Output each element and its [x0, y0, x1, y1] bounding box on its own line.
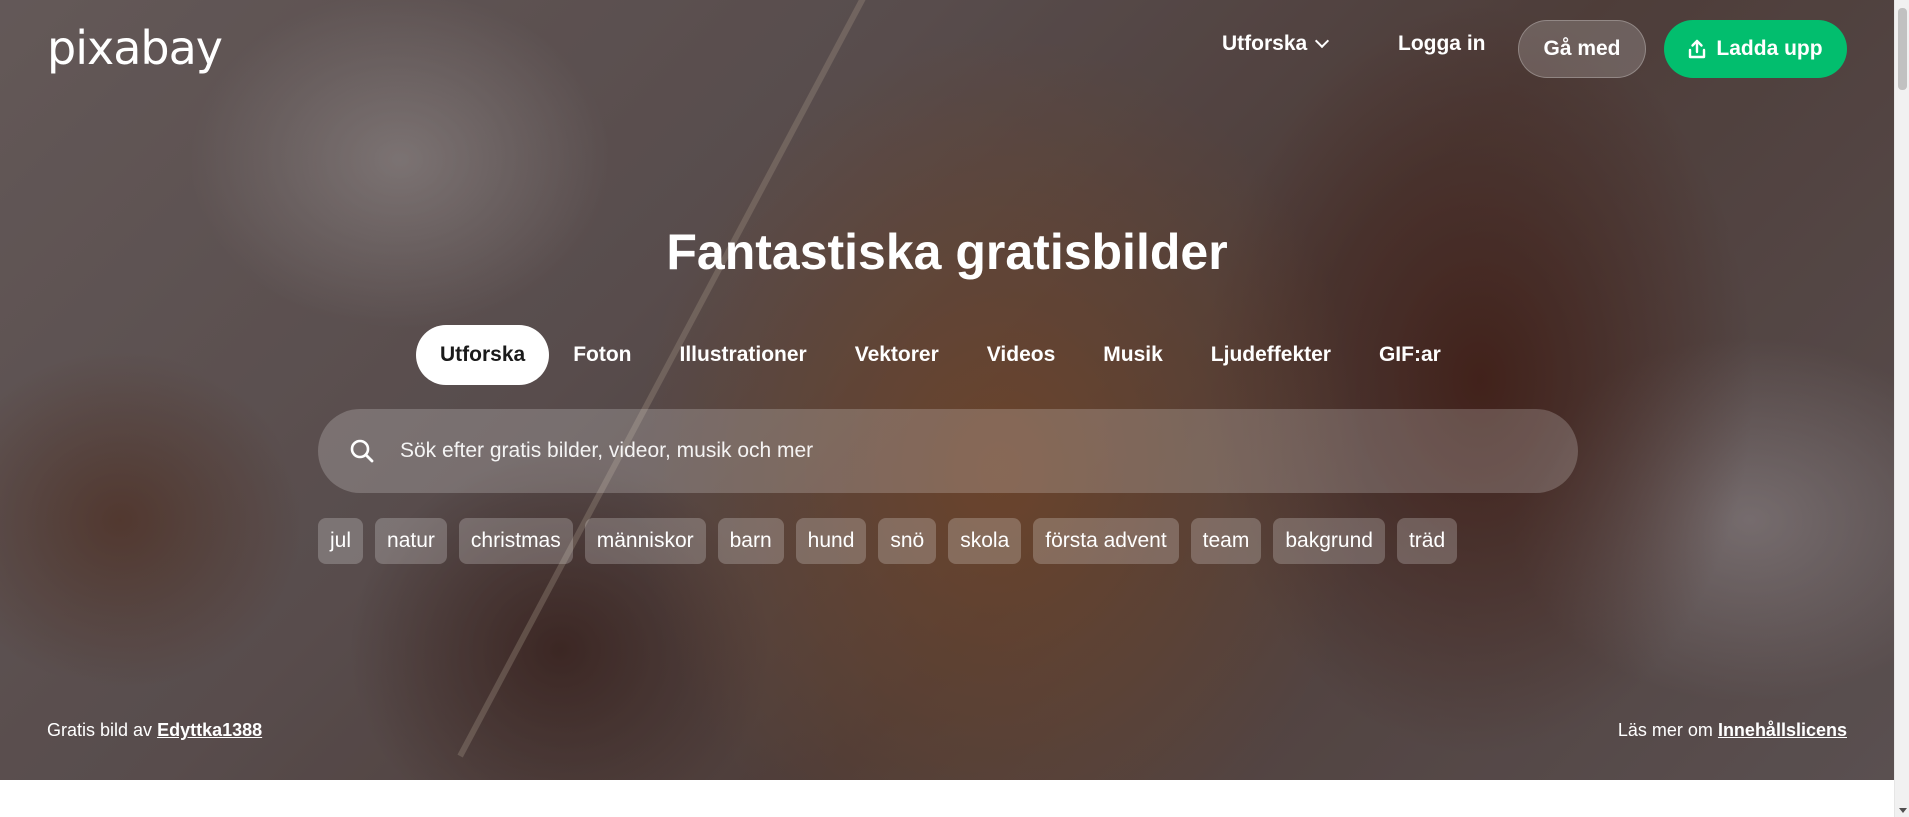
pixabay-logo[interactable]: pixabay	[47, 22, 223, 74]
tag-bakgrund[interactable]: bakgrund	[1273, 518, 1385, 564]
join-button-label: Gå med	[1543, 37, 1621, 60]
license-info-prefix: Läs mer om	[1617, 720, 1713, 740]
author-link[interactable]: Edyttka1388	[157, 720, 262, 740]
upload-icon	[1689, 39, 1706, 59]
search-input[interactable]	[398, 438, 1548, 464]
tag-barn[interactable]: barn	[717, 518, 784, 564]
explore-menu-button[interactable]: Utforska	[1222, 32, 1330, 56]
popular-tags: jul natur christmas människor barn hund …	[318, 518, 1458, 564]
tag-trad[interactable]: träd	[1396, 518, 1458, 564]
tab-sound-effects[interactable]: Ljudeffekter	[1187, 325, 1355, 385]
tab-explore[interactable]: Utforska	[416, 325, 550, 385]
tag-jul[interactable]: jul	[318, 518, 364, 564]
tab-illustrations[interactable]: Illustrationer	[656, 325, 831, 385]
license-info: Läs mer om Innehållslicens	[1618, 720, 1847, 741]
hero-content: pixabay Utforska Logga in Gå med Ladda u…	[0, 0, 1894, 780]
chevron-down-icon	[1315, 33, 1330, 49]
tag-team[interactable]: team	[1190, 518, 1262, 564]
login-link[interactable]: Logga in	[1398, 32, 1486, 56]
upload-button-label: Ladda upp	[1716, 37, 1823, 60]
tab-photos[interactable]: Foton	[549, 325, 655, 385]
page-title: Fantastiska gratisbilder	[666, 224, 1228, 280]
tag-sno[interactable]: snö	[878, 518, 937, 564]
image-credit-prefix: Gratis bild av	[47, 720, 153, 740]
scrollbar-thumb[interactable]	[1898, 8, 1907, 90]
tag-manniskor[interactable]: människor	[584, 518, 706, 564]
tab-music[interactable]: Musik	[1079, 325, 1187, 385]
join-button[interactable]: Gå med	[1518, 20, 1646, 78]
search-icon[interactable]	[348, 437, 376, 465]
tab-gifs[interactable]: GIF:ar	[1355, 325, 1465, 385]
page-scrollbar[interactable]	[1894, 0, 1909, 817]
scroll-down-arrow-icon[interactable]	[1899, 808, 1907, 813]
tag-hund[interactable]: hund	[795, 518, 867, 564]
image-credit: Gratis bild av Edyttka1388	[47, 720, 262, 741]
explore-menu-label: Utforska	[1222, 32, 1308, 55]
upload-button[interactable]: Ladda upp	[1664, 20, 1847, 78]
hero-background: pixabay Utforska Logga in Gå med Ladda u…	[0, 0, 1894, 780]
tab-videos[interactable]: Videos	[963, 325, 1079, 385]
tag-skola[interactable]: skola	[948, 518, 1022, 564]
media-type-tabs: Utforska Foton Illustrationer Vektorer V…	[416, 325, 1465, 385]
tag-natur[interactable]: natur	[375, 518, 447, 564]
tab-vectors[interactable]: Vektorer	[831, 325, 963, 385]
tag-forsta-advent[interactable]: första advent	[1033, 518, 1179, 564]
license-link[interactable]: Innehållslicens	[1718, 720, 1847, 740]
tag-christmas[interactable]: christmas	[458, 518, 573, 564]
search-bar[interactable]	[318, 409, 1578, 493]
